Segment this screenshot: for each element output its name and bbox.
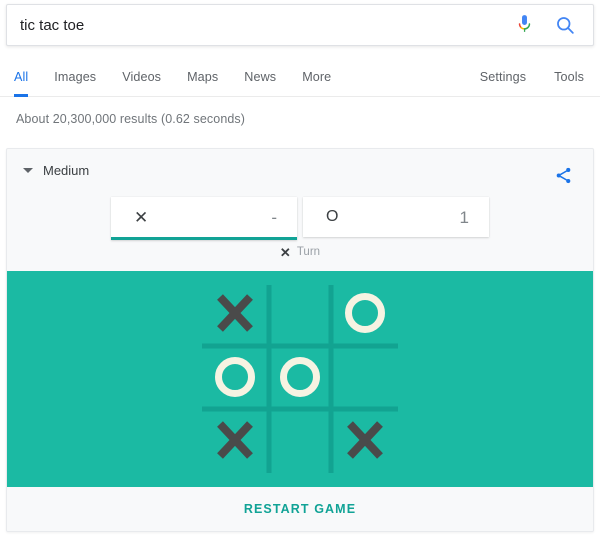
tab-settings[interactable]: Settings: [452, 58, 526, 97]
scoreboard: ✕ - O 1: [7, 197, 593, 240]
search-icon-svg: [556, 16, 574, 34]
game-board-area: [7, 271, 593, 489]
board-cell-3[interactable]: [204, 348, 266, 408]
score-value-o: 1: [459, 207, 469, 227]
board-cell-4[interactable]: [271, 348, 333, 408]
search-bar-icons: [512, 13, 593, 37]
board-cell-0[interactable]: [204, 283, 266, 343]
share-icon-svg: [556, 167, 570, 183]
tic-tac-toe-game-card: Medium ✕ - O 1 ✕ Turn RESTART GAME: [6, 148, 594, 532]
tab-videos[interactable]: Videos: [122, 58, 175, 97]
microphone-icon-svg: [518, 15, 530, 32]
nav-tabs-right: Settings Tools: [452, 58, 600, 97]
board-cell-2[interactable]: [334, 283, 396, 343]
turn-indicator: ✕ Turn: [7, 246, 593, 259]
tab-all[interactable]: All: [14, 58, 42, 97]
tab-more[interactable]: More: [302, 58, 345, 97]
turn-label: Turn: [296, 245, 321, 258]
tab-tools[interactable]: Tools: [526, 58, 584, 97]
board-cell-5[interactable]: [334, 348, 396, 408]
search-input[interactable]: [7, 16, 512, 34]
score-card-o[interactable]: O 1: [303, 197, 489, 237]
tab-maps[interactable]: Maps: [187, 58, 232, 97]
search-icon[interactable]: [553, 13, 577, 37]
board-cell-8[interactable]: [334, 411, 396, 471]
board-cell-1[interactable]: [271, 283, 333, 343]
tab-images[interactable]: Images: [54, 58, 110, 97]
board-cell-7[interactable]: [271, 411, 333, 471]
score-mark-x: ✕: [134, 207, 149, 227]
share-icon[interactable]: [550, 162, 576, 188]
chevron-down-icon: [23, 168, 33, 173]
result-stats: About 20,300,000 results (0.62 seconds): [16, 112, 246, 126]
score-value-x: -: [271, 207, 277, 227]
difficulty-selector[interactable]: Medium: [23, 163, 89, 178]
microphone-icon[interactable]: [512, 13, 536, 37]
restart-game-row: RESTART GAME: [7, 487, 593, 531]
search-bar[interactable]: [6, 4, 594, 46]
google-search-results-page: All Images Videos Maps News More Setting…: [0, 0, 600, 539]
score-card-x[interactable]: ✕ -: [111, 197, 297, 240]
board-cell-6[interactable]: [204, 411, 266, 471]
game-board[interactable]: [200, 281, 400, 477]
restart-game-button[interactable]: RESTART GAME: [228, 494, 372, 524]
turn-mark: ✕: [279, 245, 291, 260]
search-nav-tabs: All Images Videos Maps News More Setting…: [0, 58, 600, 97]
difficulty-label: Medium: [43, 163, 90, 178]
game-card-header: Medium: [7, 149, 593, 197]
score-mark-o: O: [326, 208, 339, 225]
nav-tabs-left: All Images Videos Maps News More: [0, 58, 357, 97]
tab-news[interactable]: News: [244, 58, 290, 97]
